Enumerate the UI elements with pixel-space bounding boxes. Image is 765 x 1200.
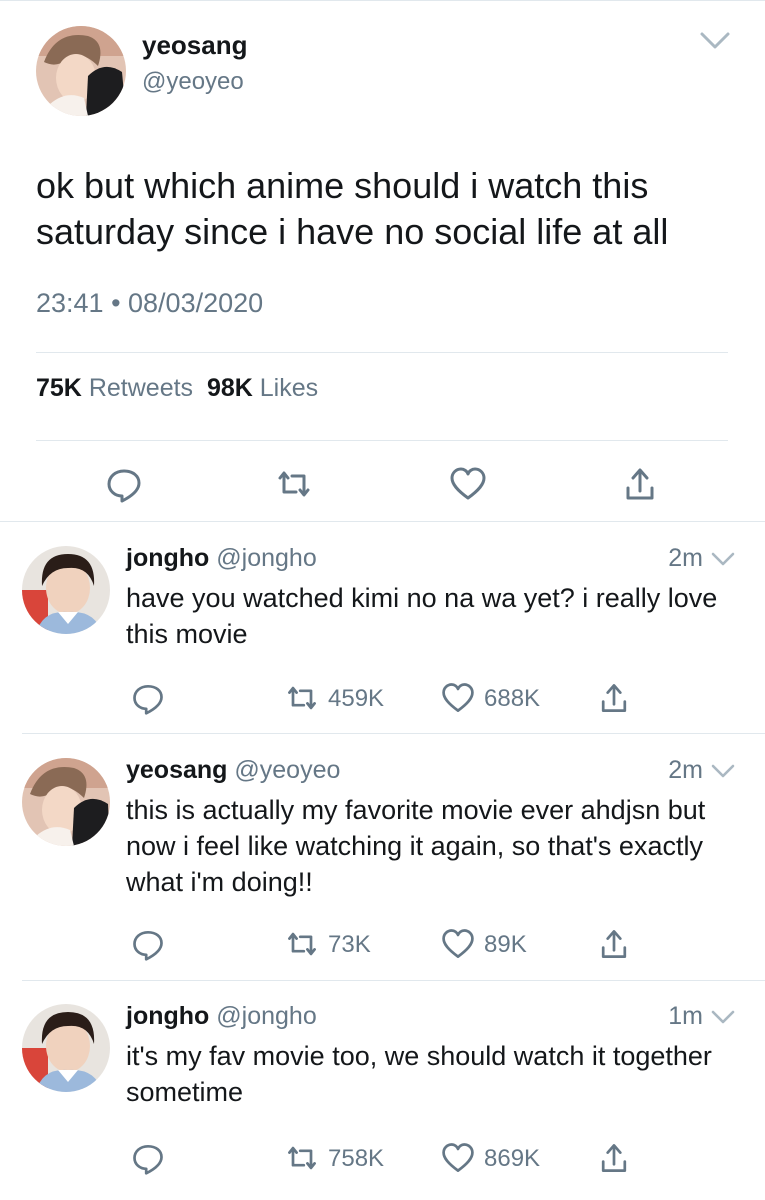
divider xyxy=(36,352,728,353)
reply-icon[interactable] xyxy=(104,464,144,504)
author-name[interactable]: yeosang xyxy=(142,30,248,61)
reply-author-handle[interactable]: @jongho xyxy=(216,544,316,572)
retweet-button[interactable]: 73K xyxy=(284,926,404,962)
divider xyxy=(22,980,765,981)
retweets-count[interactable]: 75K xyxy=(36,374,82,402)
like-button[interactable]: 688K xyxy=(440,680,560,716)
likes-count[interactable]: 98K xyxy=(207,374,253,402)
reply-text: have you watched kimi no na wa yet? i re… xyxy=(126,583,718,649)
reply-author-name[interactable]: jongho xyxy=(126,1002,209,1030)
reply-tweet[interactable]: jongho @jongho 2m have you watched kimi … xyxy=(0,524,765,732)
share-icon[interactable] xyxy=(620,464,660,504)
divider xyxy=(36,440,728,441)
reply-icon xyxy=(133,684,163,715)
avatar[interactable] xyxy=(22,758,110,846)
chevron-down-icon[interactable] xyxy=(710,762,736,780)
reply-time: 2m xyxy=(668,756,703,784)
avatar-photo xyxy=(22,758,110,846)
reply-text: it's my fav movie too, we should watch i… xyxy=(126,1041,712,1107)
retweet-count: 758K xyxy=(328,1145,385,1172)
avatar[interactable] xyxy=(36,26,126,116)
like-button[interactable]: 89K xyxy=(440,926,560,962)
retweet-button[interactable]: 758K xyxy=(284,1140,404,1176)
avatar[interactable] xyxy=(22,1004,110,1092)
tweet-timestamp: 23:41 • 08/03/2020 xyxy=(36,288,264,318)
avatar-photo xyxy=(22,1004,110,1092)
like-icon xyxy=(442,683,474,712)
reply-button[interactable] xyxy=(130,680,170,716)
retweet-icon[interactable] xyxy=(274,464,314,504)
retweets-label[interactable]: Retweets xyxy=(89,374,193,402)
retweet-icon xyxy=(288,686,316,710)
retweet-count: 459K xyxy=(328,685,385,712)
retweet-icon xyxy=(288,932,316,956)
avatar[interactable] xyxy=(22,546,110,634)
share-button[interactable] xyxy=(596,926,636,962)
like-icon xyxy=(442,1143,474,1172)
like-count: 688K xyxy=(484,685,541,712)
like-icon xyxy=(442,929,474,958)
author-handle[interactable]: @yeoyeo xyxy=(142,68,244,96)
reply-header: jongho @jongho xyxy=(126,1002,317,1031)
reply-time: 2m xyxy=(668,544,703,572)
avatar-photo xyxy=(22,546,110,634)
share-icon xyxy=(601,930,627,958)
reply-button[interactable] xyxy=(130,1140,170,1176)
like-count: 89K xyxy=(484,931,527,958)
reply-author-handle[interactable]: @jongho xyxy=(216,1002,316,1030)
reply-icon xyxy=(133,1144,163,1175)
chevron-down-icon[interactable] xyxy=(710,550,736,568)
likes-label[interactable]: Likes xyxy=(260,374,318,402)
avatar-photo xyxy=(36,26,126,116)
like-count: 869K xyxy=(484,1145,541,1172)
reply-author-name[interactable]: jongho xyxy=(126,544,209,572)
divider xyxy=(0,521,765,522)
like-button[interactable]: 869K xyxy=(440,1140,560,1176)
reply-author-handle[interactable]: @yeoyeo xyxy=(234,756,340,784)
reply-text: this is actually my favorite movie ever … xyxy=(126,795,706,897)
reply-button[interactable] xyxy=(130,926,170,962)
chevron-down-icon[interactable] xyxy=(698,28,732,52)
reply-author-name[interactable]: yeosang xyxy=(126,756,227,784)
tweet-text: ok but which anime should i watch this s… xyxy=(36,165,669,252)
reply-icon xyxy=(133,930,163,961)
main-tweet: yeosang @yeoyeo ok but which anime shoul… xyxy=(0,0,765,521)
retweet-icon xyxy=(288,1146,316,1170)
divider xyxy=(22,733,765,734)
reply-time: 1m xyxy=(668,1002,703,1030)
share-button[interactable] xyxy=(596,1140,636,1176)
retweet-count: 73K xyxy=(328,931,371,958)
share-button[interactable] xyxy=(596,680,636,716)
share-icon xyxy=(601,684,627,712)
share-icon xyxy=(601,1144,627,1172)
like-icon[interactable] xyxy=(448,464,488,504)
reply-header: jongho @jongho xyxy=(126,544,317,573)
reply-tweet[interactable]: yeosang @yeoyeo 2m this is actually my f… xyxy=(0,736,765,980)
chevron-down-icon[interactable] xyxy=(710,1008,736,1026)
retweet-button[interactable]: 459K xyxy=(284,680,404,716)
tweet-stats: 75K Retweets 98K Likes xyxy=(36,374,318,403)
reply-tweet[interactable]: jongho @jongho 1m it's my fav movie too,… xyxy=(0,982,765,1200)
reply-header: yeosang @yeoyeo xyxy=(126,756,340,785)
